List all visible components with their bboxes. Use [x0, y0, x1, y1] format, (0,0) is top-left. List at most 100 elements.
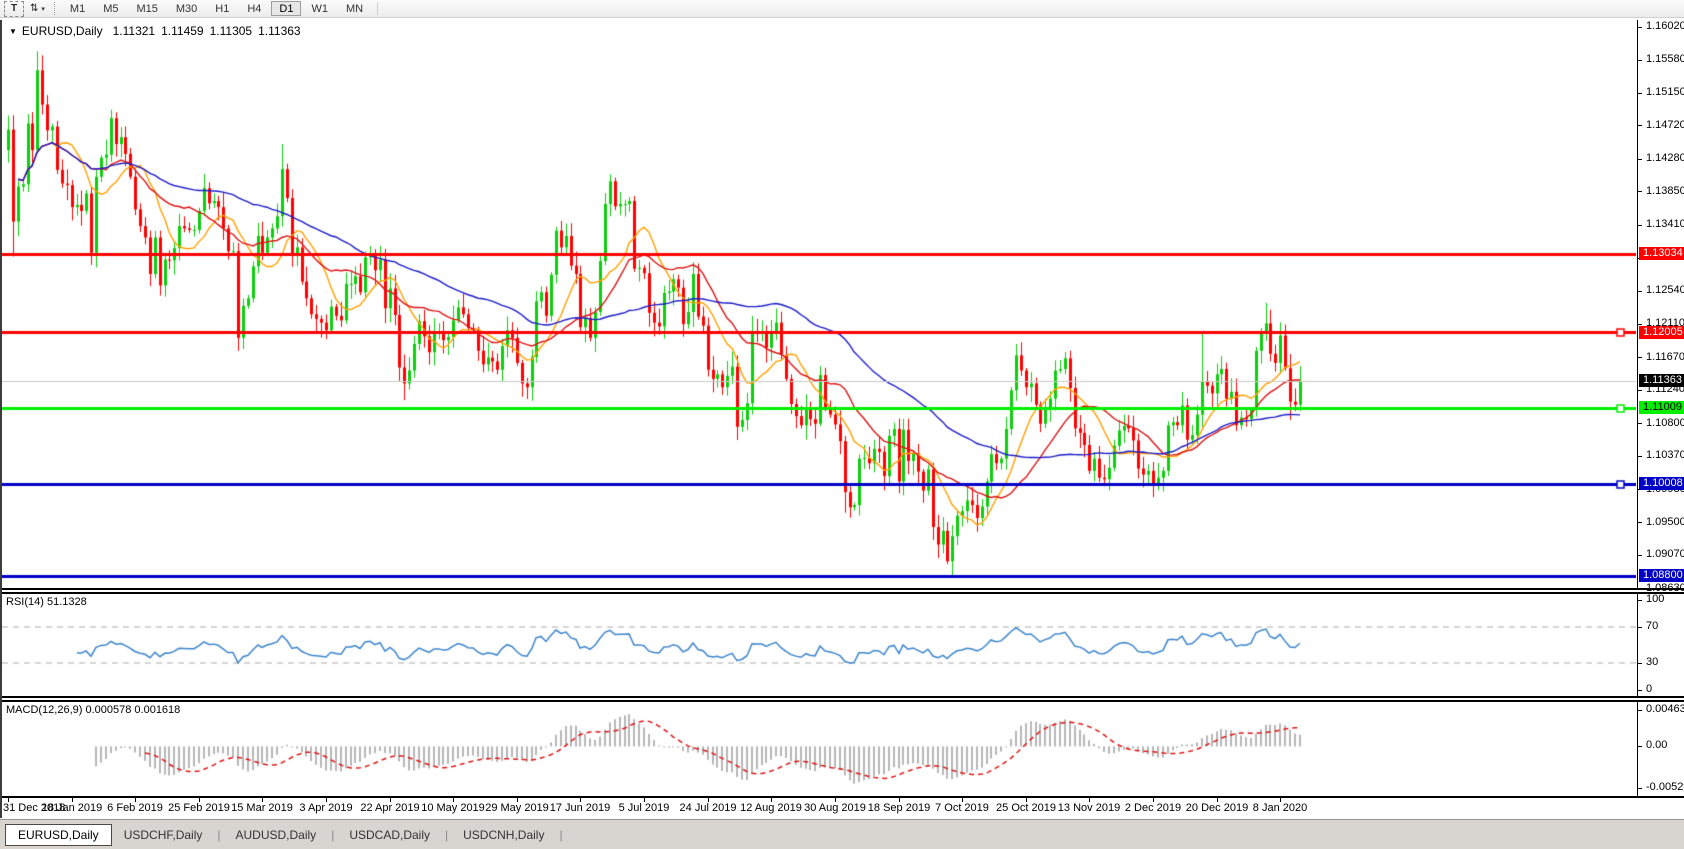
timeframe-button-mn[interactable]: MN — [338, 1, 371, 16]
axis-tick-label: 1.15580 — [1646, 53, 1684, 65]
axis-tick — [1638, 746, 1642, 747]
date-tick-label: 22 Apr 2019 — [360, 802, 419, 814]
timeframe-button-m1[interactable]: M1 — [62, 1, 93, 16]
high-value: 1.11459 — [161, 24, 204, 38]
axis-tick-label: 0 — [1646, 683, 1652, 695]
axis-tick-label: 1.09070 — [1646, 548, 1684, 560]
date-tick-label: 20 Dec 2019 — [1186, 802, 1248, 814]
axis-tick — [1638, 324, 1642, 325]
price-badge: 1.10008 — [1639, 477, 1684, 490]
axis-tick — [1638, 357, 1642, 358]
chart-tab-usdcnh[interactable]: USDCNH,Daily — [451, 825, 556, 845]
timeframe-button-w1[interactable]: W1 — [303, 1, 336, 16]
macd-panel: 0.00463 0.00 -0.005299 MACD(12,26,9) 0.000… — [2, 702, 1684, 796]
date-tick-label: 30 Aug 2019 — [804, 802, 866, 814]
axis-tick-label: 0.00 — [1646, 739, 1667, 751]
axis-tick — [1638, 159, 1642, 160]
date-tick-label: 3 Apr 2019 — [299, 802, 352, 814]
axis-tick — [1638, 555, 1642, 556]
symbol-period-label: EURUSD,Daily — [22, 24, 103, 38]
macd-axis[interactable]: 0.00463 0.00 -0.005299 — [1637, 702, 1684, 796]
axis-tick — [1638, 522, 1642, 523]
rsi-axis[interactable]: 100 70 30 0 — [1637, 594, 1684, 696]
axis-tick-label: 1.14720 — [1646, 119, 1684, 131]
top-toolbar: T ⇅ ▾ M1M5M15M30H1H4D1W1MN — [0, 0, 1684, 18]
price-chart-canvas[interactable] — [2, 20, 1636, 588]
axis-tick-label: 1.09500 — [1646, 516, 1684, 528]
date-tick-label: 29 May 2019 — [485, 802, 549, 814]
date-tick-label: 18 Sep 2019 — [868, 802, 930, 814]
timeframe-button-m5[interactable]: M5 — [95, 1, 126, 16]
axis-tick — [1638, 225, 1642, 226]
axis-tick — [1638, 710, 1642, 711]
timeframe-button-m30[interactable]: M30 — [168, 1, 205, 16]
updown-arrows-icon: ⇅ — [30, 3, 38, 14]
axis-tick-label: 1.14280 — [1646, 152, 1684, 164]
axis-tick — [1638, 60, 1642, 61]
tab-separator: | — [556, 828, 565, 842]
date-tick-label: 25 Feb 2019 — [168, 802, 230, 814]
price-badge: 1.08800 — [1639, 569, 1684, 582]
date-tick-label: 24 Jul 2019 — [680, 802, 737, 814]
axis-tick-label: 1.13850 — [1646, 185, 1684, 197]
axis-tick-label: 1.10370 — [1646, 449, 1684, 461]
chart-tab-audusd[interactable]: AUDUSD,Daily — [224, 825, 329, 845]
date-tick-label: 18 Jan 2019 — [42, 802, 103, 814]
axis-tick-label: 1.08630 — [1646, 582, 1684, 594]
axis-tick — [1638, 423, 1642, 424]
chart-tab-bar: EURUSD,DailyUSDCHF,Daily|AUDUSD,Daily|US… — [0, 819, 1684, 849]
axis-tick — [1638, 291, 1642, 292]
axis-tick — [1638, 456, 1642, 457]
date-tick-label: 7 Oct 2019 — [935, 802, 989, 814]
date-tick-label: 6 Feb 2019 — [107, 802, 163, 814]
arrows-dropdown-button[interactable]: ⇅ ▾ — [26, 2, 49, 16]
text-tool-button[interactable]: T — [4, 1, 24, 17]
date-tick-label: 17 Jun 2019 — [550, 802, 611, 814]
axis-tick — [1638, 627, 1642, 628]
macd-label: MACD(12,26,9) 0.000578 0.001618 — [6, 704, 180, 716]
tab-separator: | — [328, 828, 337, 842]
price-badge: 1.11009 — [1639, 401, 1684, 414]
axis-tick-label: 70 — [1646, 620, 1658, 632]
date-tick-label: 8 Jan 2020 — [1253, 802, 1307, 814]
date-tick-label: 5 Jul 2019 — [619, 802, 670, 814]
date-tick-label: 12 Aug 2019 — [740, 802, 802, 814]
macd-chart-canvas[interactable] — [2, 702, 1636, 796]
timeframe-button-m15[interactable]: M15 — [128, 1, 165, 16]
timeframe-button-d1[interactable]: D1 — [271, 1, 301, 16]
timeframe-button-h1[interactable]: H1 — [207, 1, 237, 16]
price-badge: 1.13034 — [1639, 247, 1684, 260]
date-tick-label: 2 Dec 2019 — [1125, 802, 1181, 814]
price-axis[interactable]: 1.16020 1.15580 1.15150 1.14720 1.14280 1.138… — [1637, 20, 1684, 588]
axis-tick-label: 1.15150 — [1646, 86, 1684, 98]
timeframe-button-h4[interactable]: H4 — [239, 1, 269, 16]
chart-window: 1.16020 1.15580 1.15150 1.14720 1.14280 1.138… — [0, 20, 1684, 818]
date-tick-label: 25 Oct 2019 — [996, 802, 1056, 814]
rsi-panel: 100 70 30 0 RSI(14) 51.1328 — [2, 594, 1684, 696]
axis-tick-label: 1.10800 — [1646, 417, 1684, 429]
toolbar-grip — [54, 2, 55, 15]
date-axis[interactable]: 31 Dec 201818 Jan 20196 Feb 201925 Feb 2… — [2, 796, 1684, 818]
axis-tick-label: 1.13410 — [1646, 218, 1684, 230]
axis-tick-label: 0.00463 — [1646, 703, 1684, 715]
axis-tick-label: -0.005299 — [1646, 781, 1684, 793]
tab-separator: | — [442, 828, 451, 842]
axis-tick-label: 100 — [1646, 593, 1664, 605]
rsi-label: RSI(14) 51.1328 — [6, 596, 87, 608]
chart-tab-eurusd[interactable]: EURUSD,Daily — [5, 824, 112, 846]
axis-tick — [1638, 690, 1642, 691]
tab-separator: | — [214, 828, 223, 842]
rsi-chart-canvas[interactable] — [2, 594, 1636, 696]
axis-tick — [1638, 788, 1642, 789]
axis-tick-label: 1.11670 — [1646, 351, 1684, 363]
chart-tab-usdcad[interactable]: USDCAD,Daily — [337, 825, 442, 845]
price-badge: 1.12005 — [1639, 326, 1684, 339]
axis-tick-label: 1.16020 — [1646, 20, 1684, 32]
chevron-down-icon: ▾ — [41, 5, 45, 13]
close-value: 1.11363 — [258, 24, 301, 38]
toolbar-separator — [377, 2, 378, 15]
axis-tick-label: 1.12540 — [1646, 284, 1684, 296]
axis-tick — [1638, 93, 1642, 94]
chart-tab-usdchf[interactable]: USDCHF,Daily — [112, 825, 215, 845]
axis-tick-label: 30 — [1646, 656, 1658, 668]
